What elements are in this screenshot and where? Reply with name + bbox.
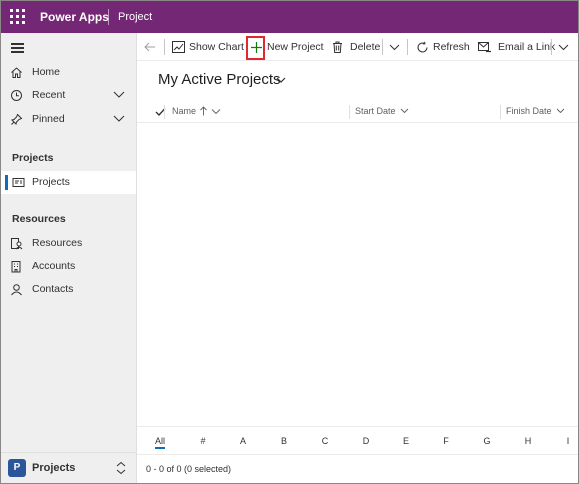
jump-g[interactable]: G [483, 436, 490, 446]
email-link-icon [478, 41, 491, 52]
jump-c[interactable]: C [322, 436, 329, 446]
trash-icon [333, 41, 342, 53]
clock-icon [11, 90, 22, 101]
sidebar-item-recent[interactable]: Recent [1, 84, 136, 107]
sidebar-item-home[interactable]: Home [1, 61, 136, 84]
column-label: Start Date [355, 106, 396, 116]
column-divider [500, 105, 501, 119]
brand-title[interactable]: Power Apps [40, 10, 109, 24]
section-title-projects: Projects [12, 152, 54, 164]
column-divider [164, 105, 165, 119]
sidebar-item-resources[interactable]: Resources [1, 232, 136, 255]
app-window: Power Apps Project Home Recent Pinned Pr… [0, 0, 579, 484]
refresh-label: Refresh [433, 41, 470, 53]
refresh-button[interactable]: Refresh [416, 33, 470, 61]
command-divider [407, 39, 408, 55]
sidebar-item-projects[interactable]: Projects [1, 171, 136, 194]
projects-icon [12, 178, 25, 187]
sidebar: Home Recent Pinned Projects Projects Res… [1, 33, 137, 483]
more-delete-options-button[interactable] [389, 33, 404, 61]
view-selector-chevron-icon[interactable] [276, 76, 286, 84]
refresh-icon [417, 41, 428, 52]
chevron-down-icon [558, 44, 569, 51]
jump-a[interactable]: A [240, 436, 246, 446]
show-chart-button[interactable]: Show Chart [172, 33, 244, 61]
chevron-down-icon [400, 108, 408, 114]
record-count: 0 - 0 of 0 (0 selected) [146, 464, 232, 474]
back-arrow-icon [144, 42, 155, 52]
new-project-label: New Project [267, 41, 324, 53]
column-label: Finish Date [506, 106, 552, 116]
show-chart-label: Show Chart [189, 41, 244, 53]
sort-ascending-icon [200, 106, 207, 116]
sidebar-item-label: Pinned [32, 113, 65, 125]
command-divider [551, 39, 552, 55]
brand-divider [108, 9, 109, 25]
resources-icon [11, 238, 23, 250]
sidebar-item-accounts[interactable]: Accounts [1, 255, 136, 278]
jump-h[interactable]: H [525, 436, 532, 446]
hamburger-menu-icon[interactable] [11, 43, 24, 53]
sidebar-item-label: Home [32, 66, 61, 78]
accounts-icon [11, 261, 21, 273]
app-name: Project [118, 11, 153, 23]
jump-f[interactable]: F [443, 436, 449, 446]
delete-label: Delete [350, 41, 381, 53]
sidebar-item-pinned[interactable]: Pinned [1, 108, 136, 131]
jump-e[interactable]: E [403, 436, 409, 446]
sidebar-item-label: Resources [32, 237, 83, 249]
new-button-highlight [246, 36, 265, 60]
jump-i[interactable]: I [567, 436, 570, 446]
column-header-start-date[interactable]: Start Date [355, 106, 409, 116]
command-divider [164, 39, 165, 55]
column-divider [349, 105, 350, 119]
sidebar-item-label: Contacts [32, 283, 74, 295]
chart-icon [172, 41, 185, 53]
chevron-down-icon [556, 108, 564, 114]
sidebar-item-label: Recent [32, 89, 66, 101]
pin-icon [11, 113, 23, 125]
chevron-down-icon[interactable] [113, 89, 125, 99]
chevron-down-icon [389, 44, 400, 51]
status-bar: 0 - 0 of 0 (0 selected) [137, 454, 578, 483]
jump-all[interactable]: All [154, 436, 166, 449]
selected-indicator [5, 175, 8, 190]
area-label: Projects [32, 462, 76, 474]
alphabet-jump-bar: All # A B C D E F G H I [137, 426, 578, 454]
chevron-down-icon [211, 108, 221, 114]
chevron-down-icon[interactable] [113, 113, 125, 123]
jump-hash[interactable]: # [200, 436, 205, 446]
sidebar-item-label: Projects [32, 176, 70, 188]
home-icon [11, 67, 22, 78]
email-link-label: Email a Link [498, 41, 556, 53]
jump-d[interactable]: D [363, 436, 370, 446]
column-header-name[interactable]: Name [172, 106, 221, 116]
email-link-button[interactable]: Email a Link [478, 33, 555, 61]
sidebar-item-label: Accounts [32, 260, 76, 272]
back-button[interactable] [144, 33, 160, 61]
area-badge: P [8, 459, 26, 477]
app-launcher-icon[interactable] [10, 9, 26, 25]
column-header-finish-date[interactable]: Finish Date [506, 106, 565, 116]
view-title[interactable]: My Active Projects [158, 71, 281, 88]
command-divider [382, 39, 383, 55]
column-label: Name [172, 106, 197, 116]
delete-button[interactable]: Delete [332, 33, 380, 61]
grid-body [137, 124, 578, 426]
top-bar: Power Apps Project [1, 1, 578, 33]
chevron-up-down-icon[interactable] [116, 461, 126, 475]
command-bar: Show Chart New Project Delete Refresh Em… [137, 33, 578, 61]
area-switcher[interactable]: P Projects [1, 452, 136, 483]
grid-header: Name Start Date Finish Date [137, 101, 578, 123]
more-commands-button[interactable] [558, 33, 573, 61]
section-title-resources: Resources [12, 213, 66, 225]
sidebar-item-contacts[interactable]: Contacts [1, 278, 136, 301]
contacts-icon [11, 284, 22, 296]
jump-b[interactable]: B [281, 436, 287, 446]
